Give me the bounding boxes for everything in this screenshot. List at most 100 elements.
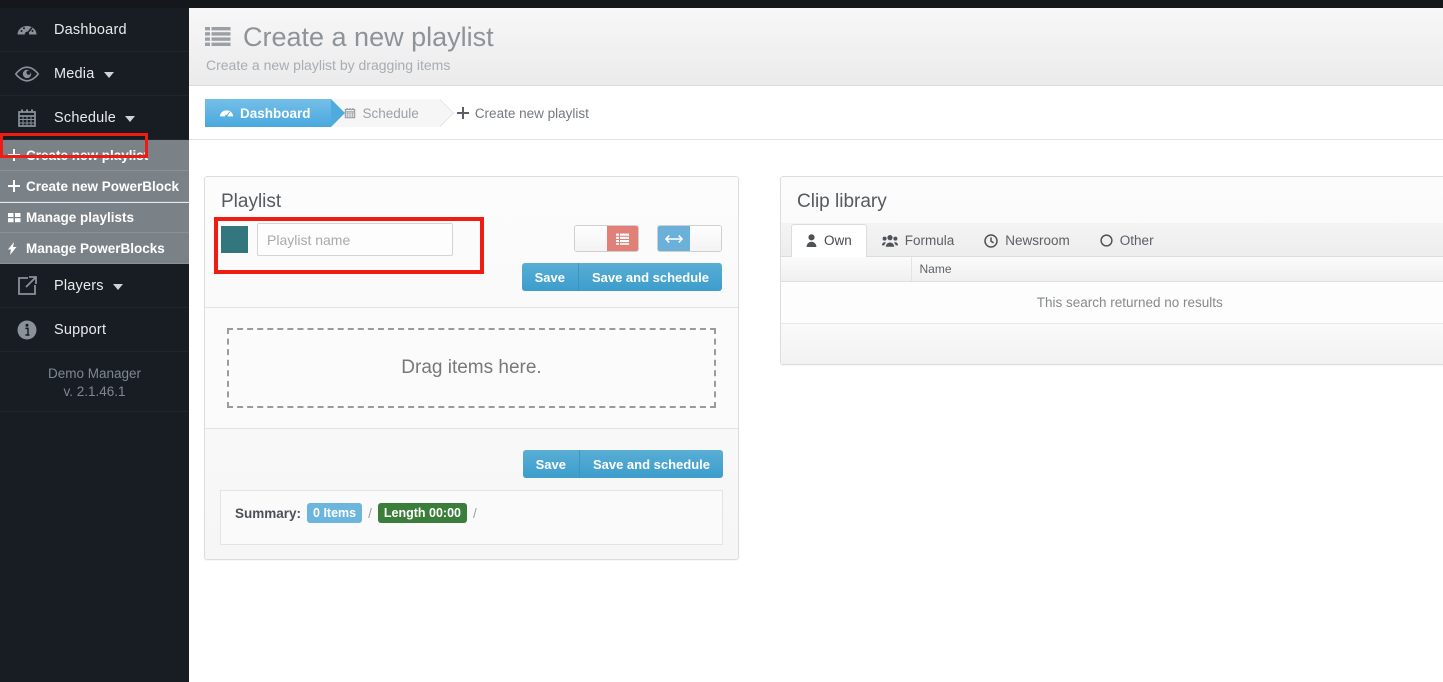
- info-circle-icon: [0, 318, 54, 342]
- table-header-row: Name: [781, 257, 1443, 282]
- sidebar-item-dashboard[interactable]: Dashboard: [0, 8, 189, 52]
- sidebar-item-schedule[interactable]: Schedule: [0, 96, 189, 140]
- stretch-toggle-off-half[interactable]: [689, 226, 721, 251]
- page-title-row: Create a new playlist: [205, 22, 1443, 52]
- playlist-header-row: Save Save and schedule: [205, 217, 738, 307]
- table-row-empty: This search returned no results: [781, 281, 1443, 324]
- list-view-toggle[interactable]: [574, 225, 639, 252]
- calendar-icon: [0, 106, 54, 130]
- save-button-bottom[interactable]: Save: [522, 450, 579, 478]
- tab-other[interactable]: Other: [1085, 224, 1169, 257]
- sidebar-item-support[interactable]: Support: [0, 308, 189, 352]
- sidebar-item-manage-playlists[interactable]: Manage playlists: [0, 202, 189, 233]
- sidebar-footer-version: v. 2.1.46.1: [63, 384, 126, 399]
- sidebar-item-label: Players: [54, 277, 104, 294]
- playlist-items-area: Drag items here.: [205, 307, 738, 428]
- chevron-down-icon: [125, 115, 136, 122]
- list-view-toggle-off-half[interactable]: [575, 226, 607, 251]
- breadcrumb-item-schedule[interactable]: Schedule: [330, 99, 455, 127]
- clip-library-panel: Clip library Own Formula Newsroom Other …: [780, 176, 1443, 365]
- clip-library-title: Clip library: [797, 191, 887, 212]
- playlist-dropzone[interactable]: Drag items here.: [227, 328, 716, 408]
- eye-icon: [0, 64, 54, 84]
- breadcrumb: Dashboard Schedule Create new playlist: [189, 86, 1443, 140]
- playlist-panel-title: Playlist: [221, 191, 282, 212]
- top-bar: [0, 0, 1443, 8]
- circle-o-icon: [1100, 234, 1113, 247]
- clip-library-footer: [781, 324, 1443, 364]
- users-icon: [881, 234, 898, 247]
- playlist-color-swatch[interactable]: [221, 226, 248, 253]
- arrows-h-icon[interactable]: [658, 226, 690, 251]
- sidebar: Dashboard Media Schedule Create new play…: [0, 0, 189, 682]
- save-and-schedule-button-bottom[interactable]: Save and schedule: [578, 450, 723, 478]
- chevron-down-icon: [112, 283, 123, 290]
- user-icon: [806, 234, 817, 247]
- bolt-icon: [8, 241, 26, 255]
- column-header-name[interactable]: Name: [911, 257, 1443, 282]
- sidebar-submenu-schedule: Create new playlist Create new PowerBloc…: [0, 140, 189, 264]
- clip-library-tabs: Own Formula Newsroom Other: [781, 223, 1443, 257]
- breadcrumb-item-create-new-playlist[interactable]: Create new playlist: [439, 99, 609, 127]
- empty-message: This search returned no results: [781, 281, 1443, 324]
- breadcrumb-label: Dashboard: [240, 105, 311, 121]
- plus-icon: [8, 180, 26, 192]
- tab-own[interactable]: Own: [791, 224, 867, 257]
- sidebar-item-media[interactable]: Media: [0, 52, 189, 96]
- summary-label: Summary:: [235, 505, 302, 521]
- summary-items-badge: 0 Items: [307, 503, 363, 523]
- plus-icon: [456, 107, 469, 119]
- playlist-name-input[interactable]: [257, 223, 453, 256]
- sidebar-subitem-label: Create new PowerBlock: [26, 178, 180, 194]
- save-button[interactable]: Save: [521, 263, 578, 291]
- column-header-thumb[interactable]: [781, 257, 912, 282]
- tab-formula[interactable]: Formula: [867, 224, 970, 257]
- page-title: Create a new playlist: [243, 22, 494, 52]
- clock-icon: [984, 233, 999, 248]
- sidebar-item-create-new-powerblock[interactable]: Create new PowerBlock: [0, 171, 189, 202]
- external-link-icon: [0, 274, 54, 298]
- content-area: Create a new playlist Create a new playl…: [189, 8, 1443, 682]
- dashboard-gauge-icon: [219, 107, 234, 120]
- playlist-panel: Playlist Playlist name Save Save and sch…: [204, 176, 739, 560]
- page-header: Create a new playlist Create a new playl…: [189, 8, 1443, 86]
- dashboard-gauge-icon: [0, 18, 54, 42]
- breadcrumb-label: Create new playlist: [474, 105, 589, 121]
- th-list-icon: [205, 22, 231, 52]
- summary-length-badge: Length 00:00: [377, 503, 467, 523]
- sidebar-subitem-label: Create new playlist: [26, 147, 149, 163]
- save-and-schedule-button[interactable]: Save and schedule: [577, 263, 722, 291]
- list-icon[interactable]: [606, 226, 638, 251]
- sidebar-item-label: Dashboard: [54, 21, 127, 38]
- sidebar-item-manage-powerblocks[interactable]: Manage PowerBlocks: [0, 233, 189, 264]
- sidebar-item-label: Support: [54, 321, 107, 338]
- playlist-footer: Save Save and schedule Summary: 0 Items …: [205, 428, 738, 559]
- sidebar-item-label: Media: [54, 65, 95, 82]
- dropzone-label: Drag items here.: [401, 357, 542, 378]
- sidebar-footer: Demo Manager v. 2.1.46.1: [0, 352, 189, 412]
- playlist-top-actions: Save Save and schedule: [521, 263, 722, 291]
- sidebar-subitem-label: Manage playlists: [26, 210, 135, 225]
- tab-newsroom[interactable]: Newsroom: [969, 224, 1085, 257]
- summary-separator: /: [368, 505, 372, 521]
- summary-trailing-separator: /: [473, 505, 477, 521]
- sidebar-item-create-new-playlist[interactable]: Create new playlist: [0, 140, 189, 171]
- grid-icon: [8, 212, 26, 223]
- clip-library-table: Name This search returned no results: [781, 257, 1443, 324]
- playlist-header-controls: Save Save and schedule: [521, 223, 722, 291]
- playlist-bottom-actions: Save Save and schedule: [522, 450, 723, 478]
- tab-label: Own: [824, 233, 852, 248]
- plus-icon: [8, 149, 26, 161]
- tab-label: Formula: [904, 233, 955, 248]
- sidebar-item-players[interactable]: Players: [0, 264, 189, 308]
- chevron-down-icon: [103, 71, 114, 78]
- calendar-icon: [343, 106, 357, 120]
- tab-label: Newsroom: [1005, 233, 1070, 248]
- sidebar-subitem-label: Manage PowerBlocks: [26, 240, 165, 256]
- breadcrumb-label: Schedule: [362, 105, 419, 121]
- sidebar-item-label: Schedule: [54, 109, 117, 126]
- stretch-toggle[interactable]: [657, 225, 722, 252]
- breadcrumb-item-dashboard[interactable]: Dashboard: [205, 99, 344, 127]
- sidebar-footer-name: Demo Manager: [47, 366, 142, 381]
- summary-box: Summary: 0 Items / Length 00:00 /: [220, 490, 723, 545]
